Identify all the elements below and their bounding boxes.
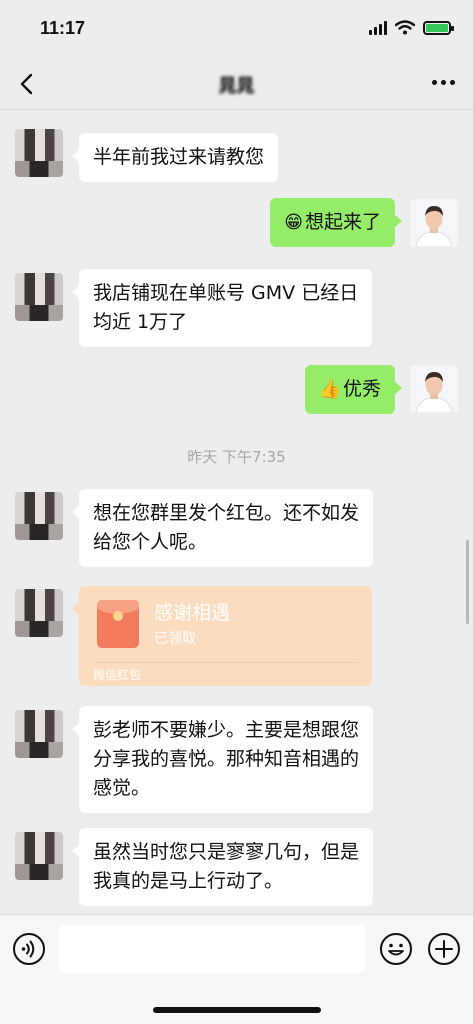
battery-fill <box>426 23 448 32</box>
avatar[interactable] <box>15 589 63 637</box>
message-bubble-incoming[interactable]: 半年前我过来请教您 <box>71 133 279 182</box>
battery-icon <box>423 20 454 35</box>
red-envelope-icon <box>97 600 139 648</box>
message-bubble-incoming[interactable]: 虽然当时您只是寥寥几句，但是 我真的是马上行动了。 <box>71 828 374 906</box>
message-text-line: 感觉。 <box>93 777 151 799</box>
input-bar <box>0 914 473 1024</box>
chat-title-text: 晁晁 <box>218 76 255 97</box>
chat-area[interactable]: 半年前我过来请教您 😁 想起来了 我店铺现在单账号 GMV 已经日 均近 1万了 … <box>0 111 473 914</box>
message-text-line: 我店铺现在单账号 GMV 已经日 <box>93 282 359 304</box>
thumbs-up-emoji-icon: 👍 <box>318 379 341 400</box>
red-packet-footer: 微信红包 <box>93 668 142 682</box>
message-text: 半年前我过来请教您 <box>93 146 265 168</box>
message-text: 优秀 <box>342 378 381 400</box>
more-dots-icon[interactable] <box>432 80 455 85</box>
message-text-line: 虽然当时您只是寥寥几句，但是 <box>93 841 360 863</box>
status-bar: 11:17 <box>0 0 473 58</box>
grin-emoji-icon: 😁 <box>284 212 303 233</box>
avatar[interactable] <box>15 492 63 540</box>
nav-bar: 晁晁 <box>0 58 473 110</box>
plus-icon[interactable] <box>427 932 461 966</box>
message-text-line: 我真的是马上行动了。 <box>93 870 284 892</box>
message-text-line: 均近 1万了 <box>93 311 188 333</box>
message-text-line: 给您个人呢。 <box>93 531 208 553</box>
message-text: 想起来了 <box>304 211 381 233</box>
emoji-icon[interactable] <box>379 932 413 966</box>
red-packet-title: 感谢相遇 <box>154 602 231 624</box>
avatar[interactable] <box>15 273 63 321</box>
message-timestamp: 昨天 下午7:35 <box>187 448 286 466</box>
message-bubble-incoming[interactable]: 想在您群里发个红包。还不如发 给您个人呢。 <box>71 489 374 567</box>
message-bubble-outgoing[interactable]: 😁 想起来了 <box>270 198 402 247</box>
avatar[interactable] <box>15 129 63 177</box>
message-text-line: 分享我的喜悦。那种知音相遇的 <box>93 748 360 770</box>
red-packet-message[interactable]: 感谢相遇 已领取 微信红包 <box>72 586 372 686</box>
red-packet-divider <box>93 662 358 663</box>
message-text-line: 彭老师不要嫌少。主要是想跟您 <box>93 719 360 741</box>
wifi-icon <box>395 20 415 35</box>
message-text-line: 想在您群里发个红包。还不如发 <box>93 502 360 524</box>
message-bubble-incoming[interactable]: 彭老师不要嫌少。主要是想跟您 分享我的喜悦。那种知音相遇的 感觉。 <box>71 706 374 813</box>
message-bubble-incoming[interactable]: 我店铺现在单账号 GMV 已经日 均近 1万了 <box>71 269 373 347</box>
red-packet-status: 已领取 <box>154 631 196 647</box>
home-indicator <box>153 1007 321 1013</box>
avatar[interactable] <box>410 365 458 413</box>
status-time: 11:17 <box>40 18 86 38</box>
avatar[interactable] <box>15 832 63 880</box>
voice-icon[interactable] <box>12 932 46 966</box>
avatar[interactable] <box>410 199 458 247</box>
message-bubble-outgoing[interactable]: 👍 优秀 <box>304 365 403 414</box>
message-input[interactable] <box>59 925 366 973</box>
signal-icon <box>369 20 387 35</box>
chat-title: 晁晁 <box>0 72 473 98</box>
status-icons <box>369 20 454 35</box>
avatar[interactable] <box>15 710 63 758</box>
scrollbar[interactable] <box>466 540 469 624</box>
